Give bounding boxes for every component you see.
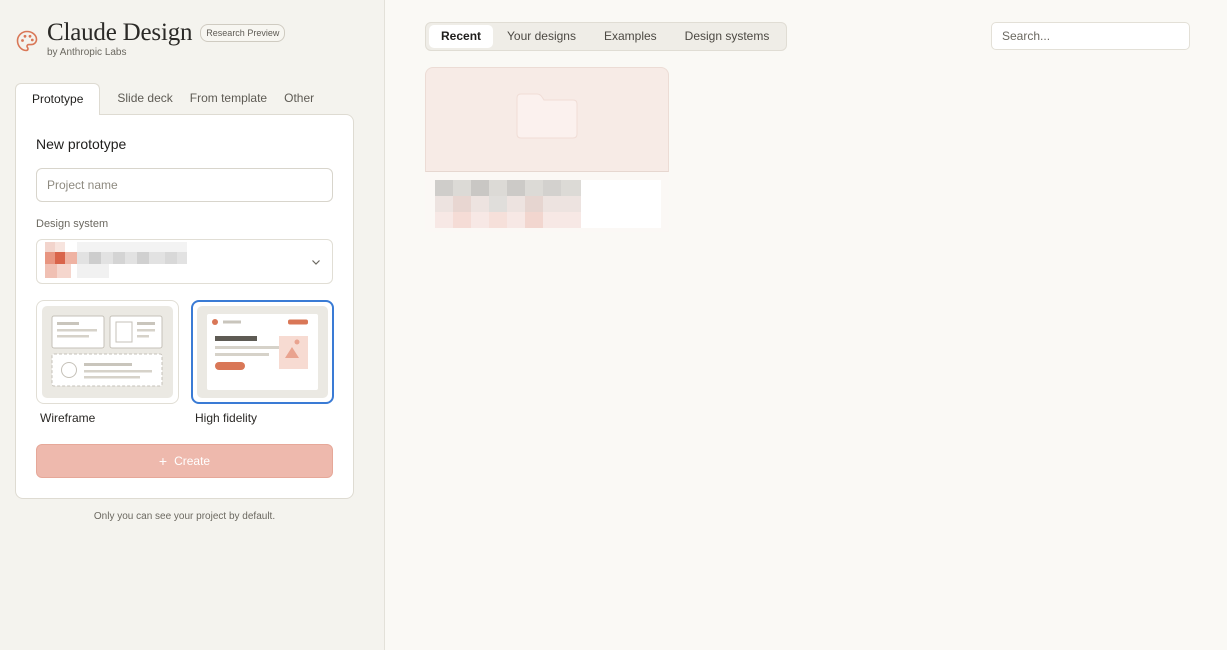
designs-filter-tabs: Recent Your designs Examples Design syst… [425,22,788,51]
folder-icon [516,93,578,139]
project-name-input[interactable] [36,168,333,202]
search-input[interactable] [991,22,1190,50]
brand-header: Claude Design Research Preview by Anthro… [15,19,286,58]
tab-from-template[interactable]: From template [190,83,284,115]
app-subtitle: by Anthropic Labs [47,47,127,58]
create-button-label: Create [174,454,211,468]
design-system-label: Design system [36,218,109,230]
project-card-thumbnail[interactable] [425,67,669,172]
tab-recent[interactable]: Recent [429,25,494,48]
palette-icon [16,30,38,52]
chevron-down-icon [312,260,320,265]
high-fidelity-illustration [207,314,318,390]
create-button[interactable]: + Create [36,444,333,478]
left-panel: Claude Design Research Preview by Anthro… [0,0,385,650]
wireframe-label: Wireframe [40,411,96,425]
high-fidelity-preview [197,306,328,398]
privacy-note: Only you can see your project by default… [93,511,276,522]
tab-slide-deck[interactable]: Slide deck [117,83,189,115]
plus-icon: + [158,453,168,469]
wireframe-option[interactable] [36,300,179,404]
main-area: Recent Your designs Examples Design syst… [385,0,1227,650]
high-fidelity-option[interactable] [191,300,334,404]
high-fidelity-label: High fidelity [195,411,258,425]
tab-your-designs[interactable]: Your designs [493,25,590,48]
design-system-select[interactable] [36,239,333,284]
tab-design-systems[interactable]: Design systems [671,25,784,48]
tab-examples[interactable]: Examples [590,25,671,48]
new-prototype-card: New prototype Design system [15,114,354,499]
tab-other[interactable]: Other [284,83,331,115]
app-title: Claude Design [47,19,193,46]
wireframe-illustration [51,315,163,387]
form-title: New prototype [36,136,127,152]
research-preview-badge: Research Preview [200,24,286,42]
tab-prototype[interactable]: Prototype [15,83,101,115]
project-card-meta[interactable] [425,172,669,232]
wireframe-preview [42,306,173,398]
create-type-tabs: Prototype Slide deck From template Other [15,83,331,115]
